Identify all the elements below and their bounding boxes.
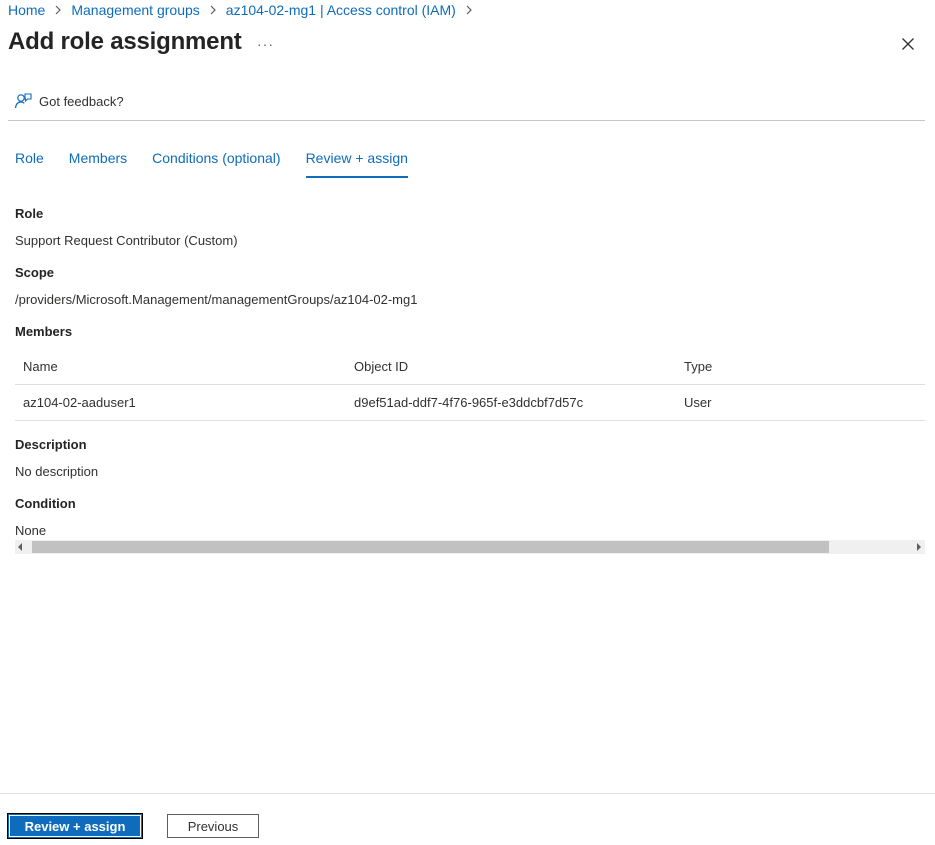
tab-members[interactable]: Members — [69, 150, 127, 178]
breadcrumb-access-control[interactable]: az104-02-mg1 | Access control (IAM) — [226, 2, 456, 18]
add-role-assignment-page: Home Management groups az104-02-mg1 | Ac… — [0, 0, 935, 845]
scroll-left-icon[interactable] — [18, 543, 22, 551]
horizontal-scrollbar[interactable] — [15, 540, 925, 554]
wizard-tabs: Role Members Conditions (optional) Revie… — [15, 150, 433, 178]
column-header-name: Name — [23, 359, 58, 374]
scroll-right-icon[interactable] — [917, 543, 921, 551]
feedback-button[interactable]: Got feedback? — [14, 92, 124, 110]
more-options-icon[interactable]: ··· — [257, 36, 274, 52]
member-name-cell: az104-02-aaduser1 — [23, 395, 136, 410]
review-assign-button[interactable]: Review + assign — [8, 814, 142, 838]
tab-review-assign[interactable]: Review + assign — [305, 150, 409, 178]
feedback-icon — [14, 92, 32, 110]
members-label: Members — [15, 324, 73, 339]
scope-label: Scope — [15, 265, 55, 280]
chevron-right-icon — [54, 5, 62, 15]
condition-value: None — [15, 523, 47, 538]
close-icon[interactable] — [900, 36, 916, 52]
role-label: Role — [15, 206, 44, 221]
description-value: No description — [15, 464, 99, 479]
chevron-right-icon — [465, 5, 473, 15]
scrollbar-thumb[interactable] — [32, 541, 829, 553]
page-title: Add role assignment — [8, 28, 242, 55]
description-label: Description — [15, 437, 87, 452]
member-type-cell: User — [684, 395, 712, 410]
column-header-object-id: Object ID — [354, 359, 409, 374]
tab-conditions[interactable]: Conditions (optional) — [152, 150, 280, 178]
tab-role[interactable]: Role — [15, 150, 44, 178]
condition-label: Condition — [15, 496, 76, 511]
chevron-right-icon — [209, 5, 217, 15]
previous-button[interactable]: Previous — [167, 814, 259, 838]
member-object-id-cell: d9ef51ad-ddf7-4f76-965f-e3ddcbf7d57c — [354, 395, 584, 410]
breadcrumb: Home Management groups az104-02-mg1 | Ac… — [8, 2, 482, 18]
header-divider — [8, 120, 925, 121]
table-row: az104-02-aaduser1 d9ef51ad-ddf7-4f76-965… — [15, 385, 925, 421]
footer-divider — [0, 793, 935, 794]
column-header-type: Type — [684, 359, 713, 374]
role-value: Support Request Contributor (Custom) — [15, 233, 238, 248]
members-table: Name Object ID Type az104-02-aaduser1 d9… — [15, 349, 925, 421]
breadcrumb-management-groups[interactable]: Management groups — [71, 2, 199, 18]
feedback-label: Got feedback? — [39, 93, 124, 109]
breadcrumb-home[interactable]: Home — [8, 2, 45, 18]
table-header: Name Object ID Type — [15, 349, 925, 385]
scope-value: /providers/Microsoft.Management/manageme… — [15, 292, 418, 307]
